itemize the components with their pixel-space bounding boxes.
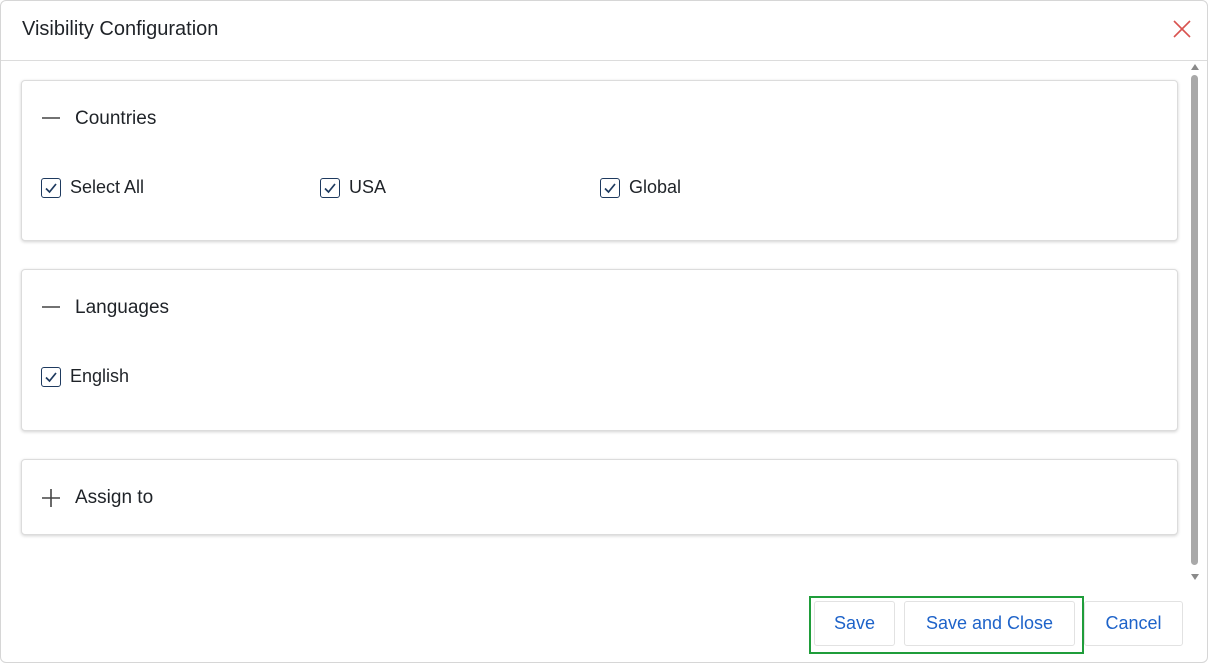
checkmark-icon: [604, 182, 616, 193]
checkbox-box[interactable]: [41, 366, 61, 387]
minus-icon: [42, 306, 60, 308]
checkbox-english[interactable]: English: [41, 366, 129, 387]
checkbox-usa[interactable]: USA: [320, 177, 386, 198]
checkbox-global[interactable]: Global: [600, 177, 681, 198]
checkmark-icon: [324, 182, 336, 193]
plus-icon: [42, 489, 60, 507]
content-scrollbar[interactable]: [1189, 63, 1201, 581]
scroll-up-arrow-icon[interactable]: [1190, 63, 1200, 71]
assign-to-section-title: Assign to: [75, 487, 154, 508]
save-button[interactable]: Save: [814, 601, 895, 646]
languages-section-title: Languages: [75, 297, 170, 318]
save-and-close-button[interactable]: Save and Close: [904, 601, 1075, 646]
close-button[interactable]: [1171, 18, 1193, 40]
checkmark-icon: [45, 371, 57, 382]
languages-collapse-toggle[interactable]: [41, 297, 61, 317]
languages-section: Languages English: [21, 269, 1178, 431]
close-icon: [1173, 20, 1191, 38]
countries-section: Countries Select All USA Global: [21, 80, 1178, 241]
checkbox-label: English: [70, 366, 130, 386]
checkbox-label: Select All: [70, 177, 145, 197]
checkbox-label: USA: [349, 177, 387, 197]
assign-to-expand-toggle[interactable]: [41, 488, 61, 508]
checkbox-box[interactable]: [320, 177, 340, 198]
visibility-configuration-dialog: Visibility Configuration Countries Selec…: [0, 0, 1208, 663]
checkbox-label: Global: [629, 177, 682, 197]
checkmark-icon: [45, 182, 57, 193]
checkbox-box[interactable]: [41, 177, 61, 198]
dialog-title: Visibility Configuration: [22, 18, 219, 40]
checkbox-box[interactable]: [600, 177, 620, 198]
dialog-content: Countries Select All USA Global Language…: [1, 61, 1187, 581]
countries-section-title: Countries: [75, 108, 157, 129]
checkbox-select-all[interactable]: Select All: [41, 177, 144, 198]
cancel-button[interactable]: Cancel: [1084, 601, 1183, 646]
dialog-header: Visibility Configuration: [1, 1, 1207, 61]
scroll-down-arrow-icon[interactable]: [1190, 573, 1200, 581]
scrollbar-thumb[interactable]: [1191, 75, 1198, 565]
countries-collapse-toggle[interactable]: [41, 108, 61, 128]
minus-icon: [42, 117, 60, 119]
assign-to-section[interactable]: Assign to: [21, 459, 1178, 535]
